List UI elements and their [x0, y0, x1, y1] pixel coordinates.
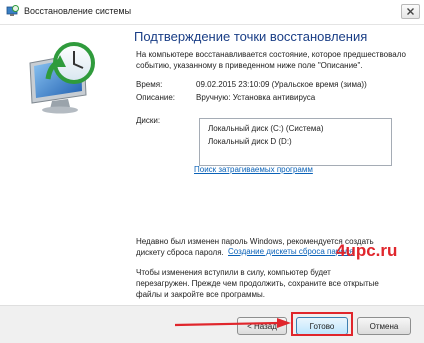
affected-programs-link[interactable]: Поиск затрагиваемых программ — [194, 165, 313, 174]
arrow-icon — [175, 318, 291, 328]
left-panel — [0, 25, 126, 305]
description-label: Описание: — [136, 93, 176, 102]
system-restore-icon — [6, 5, 19, 16]
create-reset-disk-link[interactable]: Создание дискеты сброса пароля — [228, 247, 354, 256]
page-title: Подтверждение точки восстановления — [134, 29, 368, 44]
window-title: Восстановление системы — [24, 6, 132, 16]
list-item: Локальный диск (C:) (Система) — [208, 124, 324, 133]
time-label: Время: — [136, 80, 163, 89]
intro-text: На компьютере восстанавливается состояни… — [136, 50, 406, 70]
description-value: Вручную: Установка антивируса — [196, 93, 316, 102]
finish-highlight-box — [291, 312, 353, 336]
disks-list[interactable]: Локальный диск (C:) (Система) Локальный … — [199, 118, 392, 166]
watermark: 4upc.ru — [336, 241, 398, 260]
disks-label: Диски: — [136, 116, 161, 125]
cancel-button[interactable]: Отмена — [357, 317, 411, 335]
close-icon — [407, 8, 414, 15]
time-value: 09.02.2015 23:10:09 (Уральское время (зи… — [196, 80, 367, 89]
close-button[interactable] — [401, 4, 420, 19]
system-restore-monitor-icon — [29, 42, 95, 114]
content-area: Подтверждение точки восстановления На ко… — [126, 25, 424, 305]
restart-notice: Чтобы изменения вступили в силу, компьют… — [136, 268, 379, 299]
list-item: Локальный диск D (D:) — [208, 137, 292, 146]
title-bar: Восстановление системы — [0, 0, 424, 25]
